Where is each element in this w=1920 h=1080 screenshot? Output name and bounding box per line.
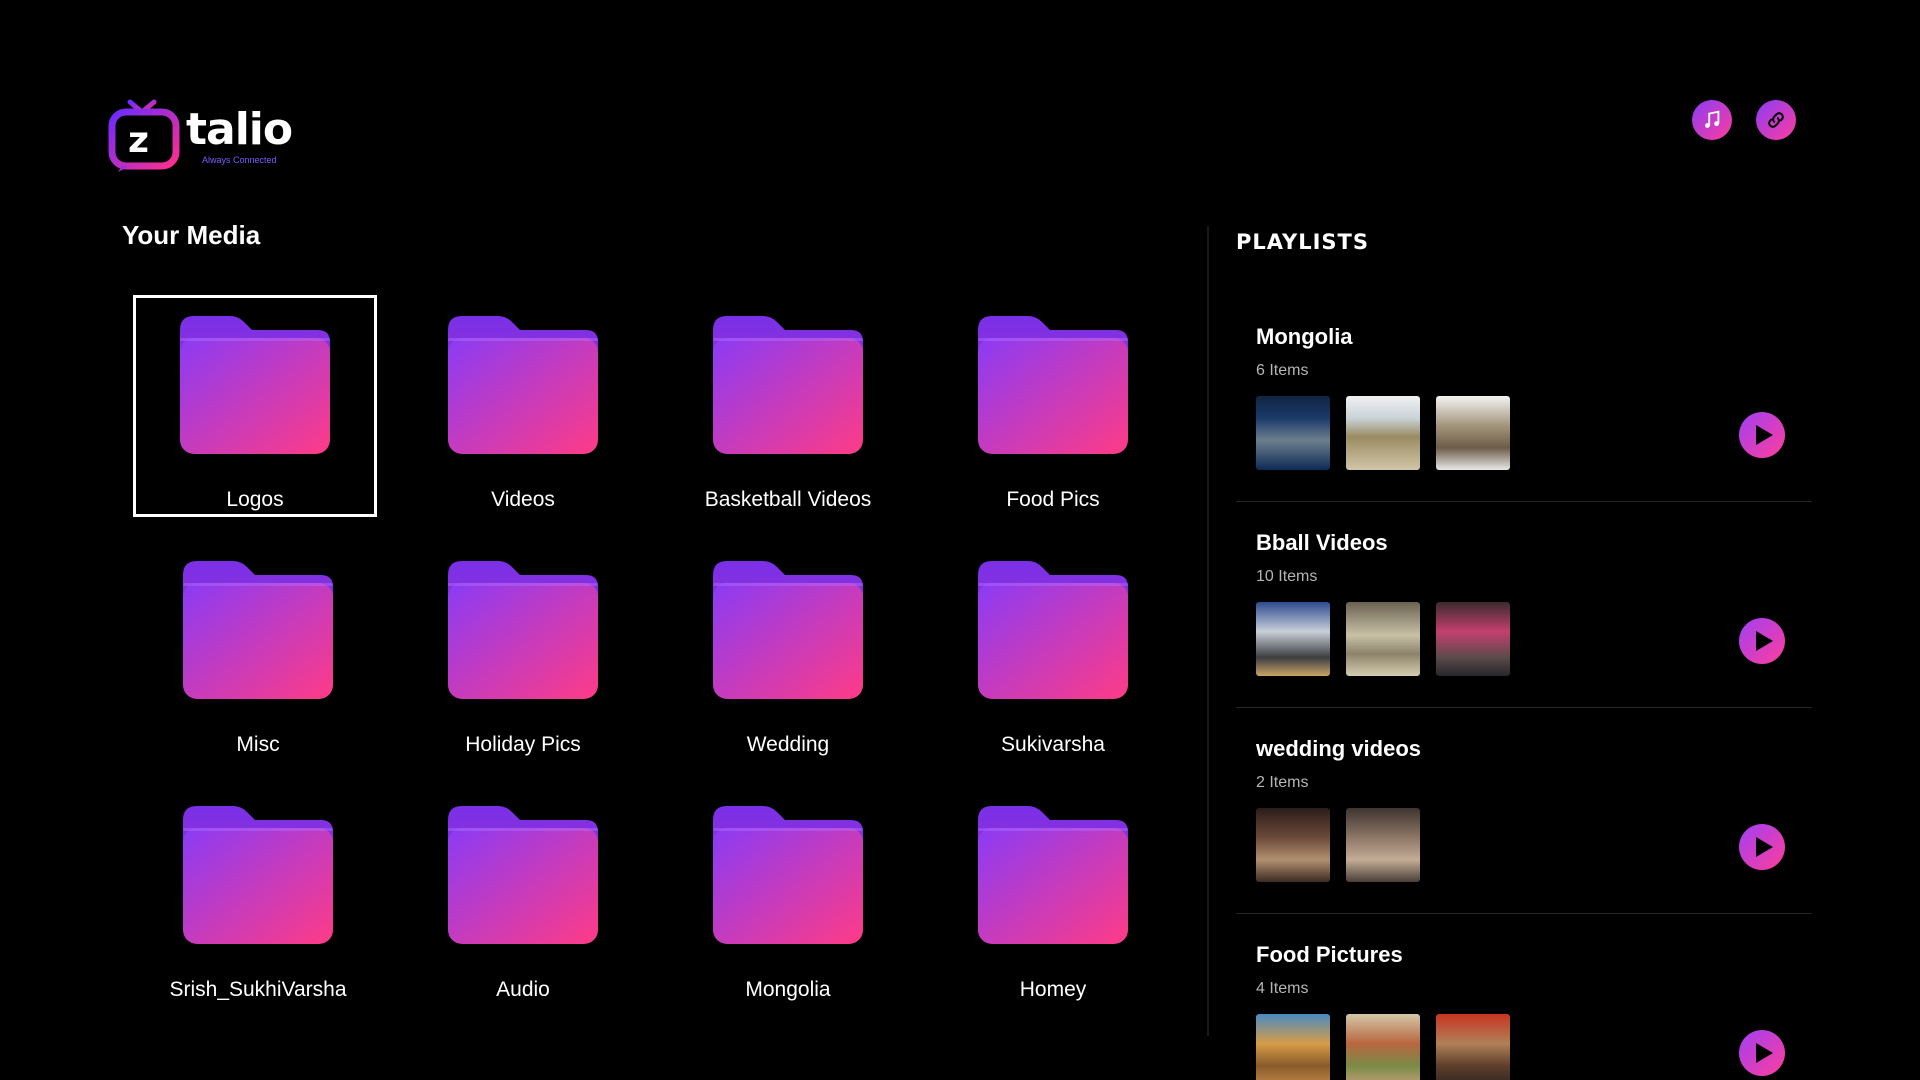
playlist-thumbnail bbox=[1346, 808, 1420, 882]
folder-label: Mongolia bbox=[745, 978, 831, 1001]
link-icon bbox=[1768, 112, 1784, 128]
folder-tile-mongolia[interactable]: Mongolia bbox=[666, 788, 910, 1010]
playlist-thumbnail bbox=[1346, 1014, 1420, 1080]
logo-letter: z bbox=[128, 120, 149, 161]
folder-icon bbox=[448, 806, 598, 944]
playlist-thumbnail bbox=[1436, 396, 1510, 470]
playlist-thumbnail bbox=[1346, 602, 1420, 676]
playlist-mongolia[interactable]: Mongolia 6 Items bbox=[1236, 296, 1812, 502]
folder-tile-videos[interactable]: Videos bbox=[401, 298, 645, 520]
playlist-thumbnail bbox=[1256, 1014, 1330, 1080]
playlist-item-count: 4 Items bbox=[1256, 980, 1309, 997]
folder-tile-misc[interactable]: Misc bbox=[136, 543, 380, 765]
your-media-title: Your Media bbox=[122, 220, 261, 250]
folder-icon bbox=[183, 561, 333, 699]
folder-tile-srish-sukhivarsha[interactable]: Srish_SukhiVarsha bbox=[136, 788, 380, 1010]
folder-label: Audio bbox=[496, 978, 550, 1001]
app-logo: z talio Always Connected bbox=[108, 98, 308, 172]
playlist-thumbnail bbox=[1346, 396, 1420, 470]
folder-tile-logos[interactable]: Logos bbox=[133, 295, 377, 517]
playlist-name: wedding videos bbox=[1256, 736, 1422, 761]
play-button[interactable] bbox=[1739, 412, 1785, 458]
playlist-name: Food Pictures bbox=[1256, 942, 1403, 967]
folder-tile-sukivarsha[interactable]: Sukivarsha bbox=[931, 543, 1175, 765]
playlist-item-count: 6 Items bbox=[1256, 362, 1309, 379]
folder-icon bbox=[978, 806, 1128, 944]
playlist-thumbnail bbox=[1436, 1014, 1510, 1080]
playlist-thumbnail bbox=[1256, 602, 1330, 676]
folder-label: Food Pics bbox=[1006, 488, 1100, 511]
vertical-divider bbox=[1207, 226, 1209, 1036]
play-button[interactable] bbox=[1739, 618, 1785, 664]
folder-tile-basketball-videos[interactable]: Basketball Videos bbox=[666, 298, 910, 520]
folder-icon bbox=[448, 561, 598, 699]
folder-label: Sukivarsha bbox=[1001, 733, 1105, 756]
folder-label: Wedding bbox=[746, 733, 830, 756]
folder-tile-food-pics[interactable]: Food Pics bbox=[931, 298, 1175, 520]
folder-icon bbox=[978, 561, 1128, 699]
folder-label: Misc bbox=[236, 733, 280, 756]
playlist-wedding-videos[interactable]: wedding videos 2 Items bbox=[1236, 708, 1812, 914]
playlist-name: Mongolia bbox=[1256, 324, 1353, 349]
folder-label: Logos bbox=[226, 488, 284, 511]
folder-label: Basketball Videos bbox=[704, 488, 872, 511]
playlist-thumbnails bbox=[1256, 808, 1420, 882]
folder-icon bbox=[713, 316, 863, 454]
folder-icon bbox=[713, 806, 863, 944]
folder-label: Videos bbox=[491, 488, 555, 511]
play-icon bbox=[1755, 425, 1773, 445]
playlist-bball-videos[interactable]: Bball Videos 10 Items bbox=[1236, 502, 1812, 708]
folder-icon bbox=[448, 316, 598, 454]
folder-tile-wedding[interactable]: Wedding bbox=[666, 543, 910, 765]
playlist-thumbnails bbox=[1256, 602, 1510, 676]
play-icon bbox=[1755, 837, 1773, 857]
playlists-title: PLAYLISTS bbox=[1236, 230, 1369, 254]
folder-label: Holiday Pics bbox=[465, 733, 581, 756]
music-button[interactable] bbox=[1692, 100, 1732, 140]
folder-icon bbox=[713, 561, 863, 699]
playlist-item-count: 2 Items bbox=[1256, 774, 1309, 791]
folder-label: Srish_SukhiVarsha bbox=[169, 978, 347, 1001]
play-icon bbox=[1755, 1043, 1773, 1063]
folder-icon bbox=[978, 316, 1128, 454]
logo-wordmark: talio bbox=[186, 104, 293, 155]
folder-tile-homey[interactable]: Homey bbox=[931, 788, 1175, 1010]
logo-tagline: Always Connected bbox=[202, 155, 277, 165]
folder-icon bbox=[180, 316, 330, 454]
link-button[interactable] bbox=[1756, 100, 1796, 140]
app-screen: z talio Always Connected Your Media Logo… bbox=[0, 0, 1920, 1080]
playlist-thumbnail bbox=[1436, 602, 1510, 676]
playlist-food-pictures[interactable]: Food Pictures 4 Items bbox=[1236, 914, 1812, 1080]
play-button[interactable] bbox=[1739, 824, 1785, 870]
playlist-thumbnails bbox=[1256, 1014, 1510, 1080]
playlist-thumbnail bbox=[1256, 808, 1330, 882]
playlist-thumbnails bbox=[1256, 396, 1510, 470]
music-note-icon bbox=[1705, 110, 1720, 128]
play-icon bbox=[1755, 631, 1773, 651]
folder-tile-holiday-pics[interactable]: Holiday Pics bbox=[401, 543, 645, 765]
playlist-item-count: 10 Items bbox=[1256, 568, 1318, 585]
folder-tile-audio[interactable]: Audio bbox=[401, 788, 645, 1010]
playlist-name: Bball Videos bbox=[1256, 530, 1388, 555]
folder-label: Homey bbox=[1019, 978, 1087, 1001]
playlist-thumbnail bbox=[1256, 396, 1330, 470]
folder-icon bbox=[183, 806, 333, 944]
play-button[interactable] bbox=[1739, 1030, 1785, 1076]
